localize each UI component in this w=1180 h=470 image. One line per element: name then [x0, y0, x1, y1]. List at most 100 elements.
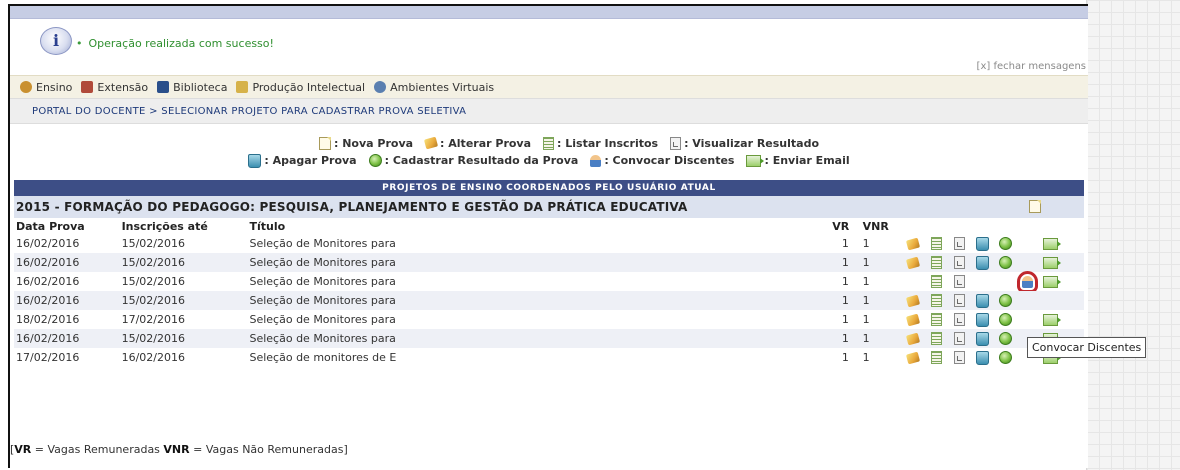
table-row: 16/02/2016 15/02/2016 Seleção de Monitor…: [14, 270, 1084, 293]
register-result-icon[interactable]: [998, 332, 1012, 345]
cell-vr: 1: [830, 253, 861, 272]
table-row: 16/02/2016 15/02/2016 Seleção de Monitor…: [14, 329, 1084, 348]
edit-icon[interactable]: [906, 237, 921, 250]
cell-insc: 15/02/2016: [119, 329, 248, 348]
list-icon[interactable]: [930, 294, 942, 307]
extensao-icon: [81, 81, 94, 93]
cell-vnr: 1: [862, 313, 870, 326]
edit-icon[interactable]: [906, 332, 921, 345]
send-email-icon[interactable]: [1042, 237, 1061, 250]
edit-icon[interactable]: [906, 351, 921, 364]
cell-title: Seleção de Monitores para: [249, 275, 396, 288]
send-email-icon[interactable]: [1042, 275, 1061, 288]
register-result-icon: [368, 154, 382, 167]
menu-ensino[interactable]: Ensino: [20, 81, 72, 94]
cell-date: 18/02/2016: [16, 313, 80, 326]
legend-cadastrar-resultado: : Cadastrar Resultado da Prova: [368, 154, 578, 167]
trash-icon[interactable]: [975, 293, 989, 308]
register-result-icon[interactable]: [998, 313, 1012, 326]
list-icon[interactable]: [930, 256, 942, 269]
info-icon: i: [40, 27, 72, 55]
edit-icon[interactable]: [906, 256, 921, 269]
table-row: 16/02/2016 15/02/2016 Seleção de Monitor…: [14, 291, 1084, 310]
menu-extensao[interactable]: Extensão: [81, 81, 148, 94]
close-messages-link[interactable]: [x] fechar mensagens: [977, 61, 1086, 72]
cell-title: Seleção de monitores de E: [249, 351, 397, 364]
register-result-icon[interactable]: [998, 256, 1012, 269]
cell-vnr: 1: [862, 351, 870, 364]
cell-date: 16/02/2016: [14, 253, 120, 272]
menu-producao-intelectual[interactable]: Produção Intelectual: [236, 81, 365, 94]
footer-legend: [VR = Vagas Remuneradas VNR = Vagas Não …: [10, 443, 348, 456]
cell-vnr: 1: [860, 329, 902, 348]
col-titulo: Título: [249, 219, 286, 233]
trash-icon[interactable]: [975, 236, 989, 251]
view-result-icon[interactable]: [953, 332, 965, 345]
register-result-icon[interactable]: [998, 351, 1012, 364]
table-row: 18/02/2016 17/02/2016 Seleção de Monitor…: [14, 310, 1084, 329]
edit-icon: [423, 136, 439, 150]
send-email-icon[interactable]: [1042, 313, 1061, 326]
legend-alterar-prova: : Alterar Prova: [423, 136, 531, 150]
view-result-icon[interactable]: [953, 237, 965, 250]
cell-title: Seleção de Monitores para: [247, 253, 831, 272]
menu-ambientes-virtuais[interactable]: Ambientes Virtuais: [374, 81, 494, 94]
register-result-icon[interactable]: [998, 294, 1012, 307]
trash-icon[interactable]: [975, 331, 989, 346]
cell-insc: 16/02/2016: [121, 351, 185, 364]
list-icon: [543, 136, 555, 150]
cell-vr: 1: [830, 291, 861, 310]
breadcrumb: PORTAL DO DOCENTE > SELECIONAR PROJETO P…: [10, 98, 1088, 124]
cell-date: 16/02/2016: [16, 237, 80, 250]
edit-icon[interactable]: [906, 313, 921, 326]
right-pane: [1086, 0, 1180, 470]
cell-date: 16/02/2016: [14, 291, 120, 310]
cell-title: Seleção de Monitores para: [247, 329, 831, 348]
edit-icon[interactable]: [906, 294, 921, 307]
new-prova-icon[interactable]: [1029, 200, 1041, 213]
cell-title: Seleção de Monitores para: [249, 237, 396, 250]
view-result-icon[interactable]: [953, 256, 965, 269]
project-title: 2015 - FORMAÇÃO DO PEDAGOGO: PESQUISA, P…: [14, 196, 1084, 218]
cell-vr: 1: [841, 313, 849, 326]
trash-icon[interactable]: [975, 312, 989, 327]
users-icon: [590, 154, 602, 167]
view-result-icon[interactable]: [953, 275, 965, 288]
register-result-icon[interactable]: [998, 237, 1012, 250]
success-message: • Operação realizada com sucesso!: [76, 37, 274, 50]
view-result-icon: [670, 136, 682, 150]
view-result-icon[interactable]: [953, 313, 965, 326]
message-box: i • Operação realizada com sucesso! [x] f…: [10, 19, 1088, 75]
send-email-icon[interactable]: [1042, 256, 1061, 269]
legend-enviar-email: : Enviar Email: [746, 154, 850, 167]
trash-icon[interactable]: [975, 350, 989, 365]
ambientes-virtuais-icon: [374, 81, 387, 93]
cell-vnr: 1: [860, 253, 902, 272]
cell-vnr: 1: [862, 237, 870, 250]
new-document-icon: [318, 136, 331, 150]
cell-insc: 15/02/2016: [121, 237, 185, 250]
list-icon[interactable]: [930, 237, 942, 250]
convocar-discentes-icon[interactable]: [1017, 270, 1039, 293]
list-icon[interactable]: [930, 275, 942, 288]
cell-insc: 17/02/2016: [121, 313, 185, 326]
legend-nova-prova: : Nova Prova: [318, 136, 413, 150]
list-icon[interactable]: [930, 313, 942, 326]
trash-icon[interactable]: [975, 255, 989, 270]
list-icon[interactable]: [930, 351, 942, 364]
row-actions: [901, 310, 1084, 329]
producao-intelectual-icon: [236, 81, 249, 93]
view-result-icon[interactable]: [953, 294, 965, 307]
top-bar: [10, 6, 1088, 19]
menu-biblioteca[interactable]: Biblioteca: [157, 81, 227, 94]
legend-visualizar-resultado: : Visualizar Resultado: [670, 136, 819, 150]
cell-insc: 15/02/2016: [121, 275, 185, 288]
cell-vr: 1: [841, 237, 849, 250]
cell-title: Seleção de Monitores para: [249, 313, 396, 326]
cell-vr: 1: [841, 351, 849, 364]
trash-icon: [248, 153, 262, 168]
legend-convocar-discentes: : Convocar Discentes: [590, 154, 734, 167]
view-result-icon[interactable]: [953, 351, 965, 364]
cell-date: 17/02/2016: [16, 351, 80, 364]
list-icon[interactable]: [930, 332, 942, 345]
